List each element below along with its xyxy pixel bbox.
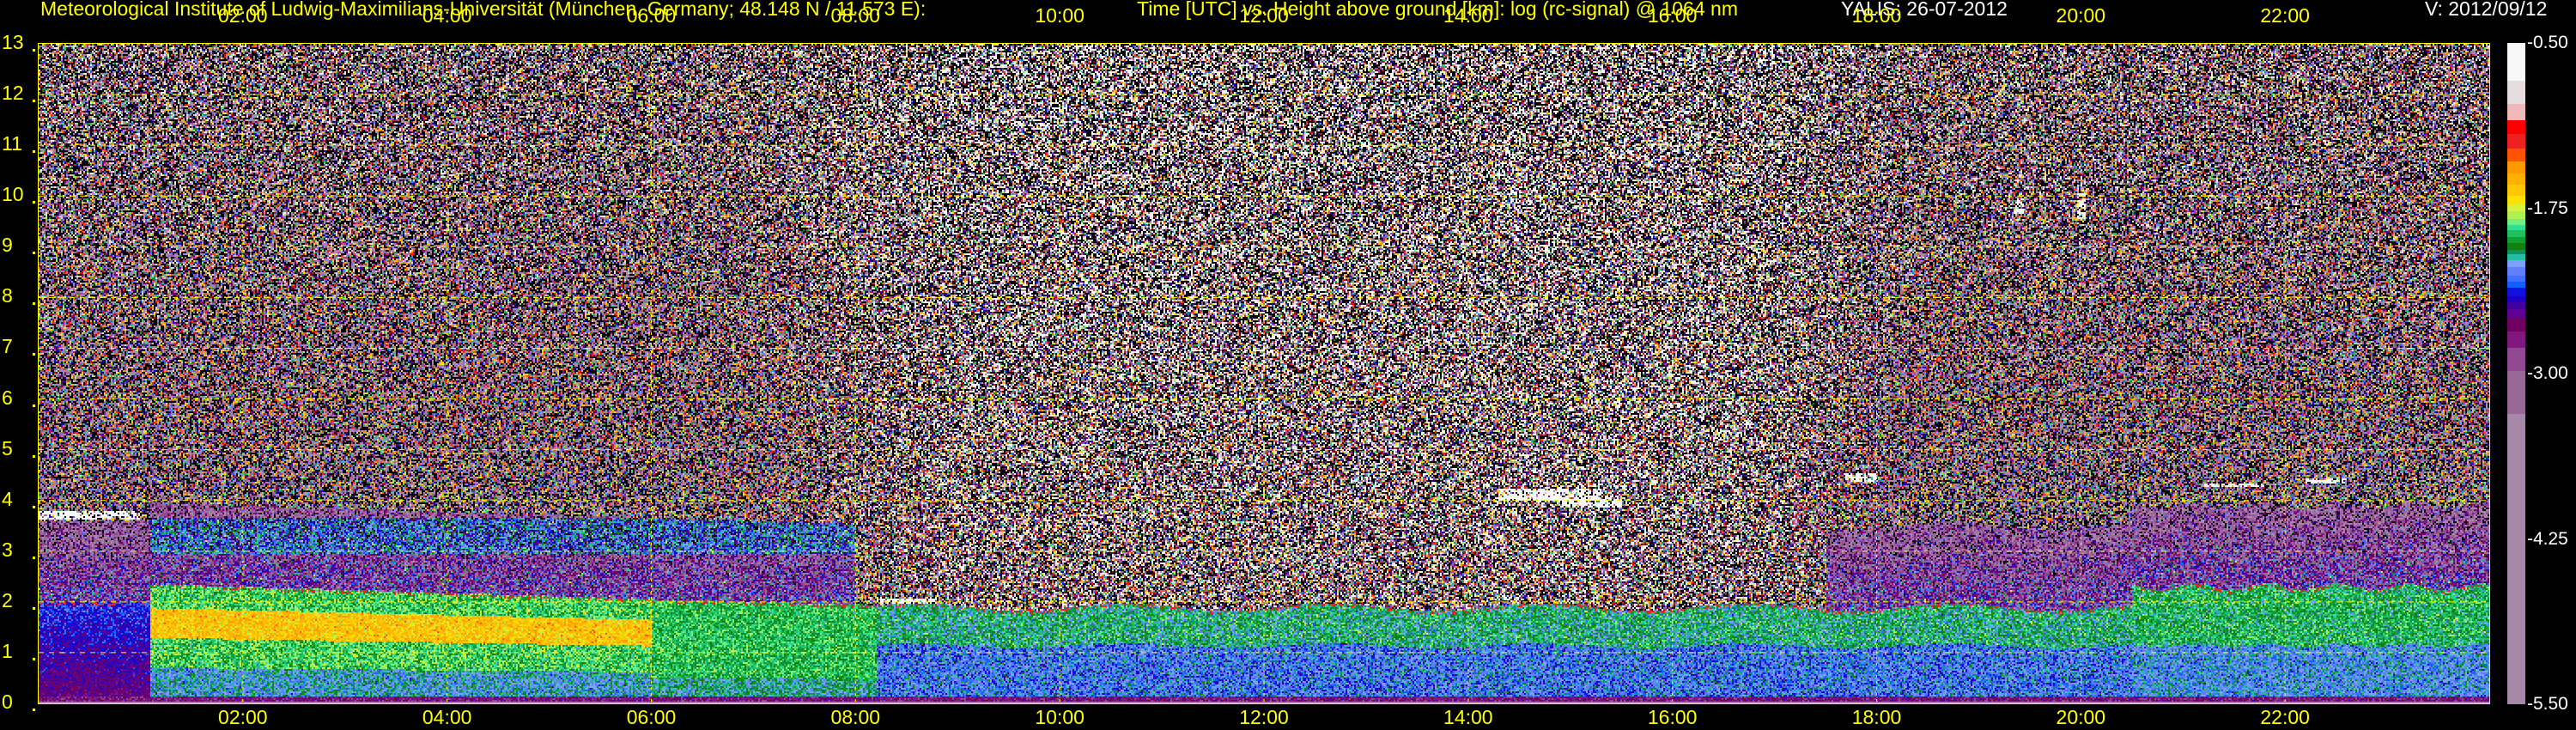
y-tick-mark: [33, 657, 35, 660]
colorbar-segment: [2507, 43, 2525, 82]
colorbar-segment: [2507, 103, 2525, 121]
y-tick-mark: [33, 606, 35, 610]
x-tick-label-bottom: 02:00: [218, 706, 268, 728]
x-tick-label-top: 20:00: [2056, 4, 2106, 27]
y-tick-label: 8: [2, 284, 13, 307]
y-tick-mark: [33, 556, 35, 559]
x-tick-label-top: 08:00: [830, 4, 881, 27]
colorbar-segment: [2507, 120, 2525, 135]
colorbar-tick-label: -5.50: [2527, 694, 2568, 714]
y-tick-mark: [33, 201, 35, 204]
y-tick-mark: [33, 404, 35, 407]
colorbar-segment: [2507, 309, 2525, 319]
y-tick-mark: [33, 49, 35, 52]
y-tick-label: 7: [2, 335, 13, 358]
x-tick-label-top: 18:00: [1851, 4, 1902, 27]
colorbar-segment: [2507, 413, 2525, 705]
colorbar-segment: [2507, 331, 2525, 349]
colorbar-segment: [2507, 133, 2525, 149]
x-tick-label-bottom: 06:00: [626, 706, 677, 728]
y-tick-label: 13: [2, 31, 24, 53]
colorbar-segment: [2507, 347, 2525, 372]
x-tick-label-bottom: 20:00: [2056, 706, 2106, 728]
x-tick-label-top: 16:00: [1647, 4, 1698, 27]
y-tick-label: 12: [2, 82, 24, 105]
colorbar-segment: [2507, 173, 2525, 186]
x-tick-label-top: 10:00: [1035, 4, 1084, 27]
x-tick-label-top: 06:00: [626, 4, 677, 27]
y-tick-label: 0: [2, 690, 13, 713]
x-tick-label-top: 02:00: [218, 4, 268, 27]
x-tick-label-bottom: 04:00: [422, 706, 472, 728]
colorbar-tick-label: -0.50: [2527, 33, 2568, 52]
y-tick-mark: [33, 709, 35, 711]
colorbar-segment: [2507, 371, 2525, 414]
y-tick-label: 3: [2, 538, 13, 561]
x-tick-label-bottom: 08:00: [830, 706, 881, 728]
colorbar-segment: [2507, 185, 2525, 197]
x-tick-label-top: 04:00: [422, 4, 472, 27]
y-tick-label: 1: [2, 639, 13, 662]
y-tick-label: 11: [2, 132, 22, 155]
colorbar-segment: [2507, 161, 2525, 174]
y-tick-label: 2: [2, 588, 13, 611]
y-tick-label: 9: [2, 234, 13, 257]
colorbar-segment: [2507, 267, 2525, 277]
x-tick-label-bottom: 16:00: [1647, 706, 1698, 728]
y-tick-label: 10: [2, 183, 24, 206]
x-tick-label-top: 22:00: [2260, 4, 2310, 27]
y-tick-mark: [33, 505, 35, 508]
y-tick-label: 4: [2, 487, 13, 510]
colorbar-tick-label: -3.00: [2527, 363, 2568, 383]
x-tick-label-bottom: 22:00: [2260, 706, 2310, 728]
institute-title: Meteorological Institute of Ludwig-Maxim…: [40, 0, 927, 20]
x-tick-label-top: 12:00: [1239, 4, 1289, 27]
x-tick-label-bottom: 12:00: [1239, 706, 1289, 728]
y-tick-mark: [33, 100, 35, 103]
x-tick-label-bottom: 14:00: [1443, 706, 1493, 728]
colorbar: [2507, 43, 2525, 705]
x-tick-label-top: 14:00: [1443, 4, 1493, 27]
colorbar-segment: [2507, 149, 2525, 162]
y-tick-mark: [33, 454, 35, 458]
x-tick-label-bottom: 18:00: [1851, 706, 1902, 728]
lidar-heatmap: [39, 44, 2489, 703]
colorbar-tick-label: -4.25: [2527, 528, 2568, 549]
y-tick-mark: [33, 353, 35, 356]
colorbar-segment: [2507, 318, 2525, 332]
colorbar-segment: [2507, 80, 2525, 105]
y-tick-mark: [33, 302, 35, 306]
colorbar-tick-label: -1.75: [2527, 198, 2568, 218]
version-label: V: 2012/09/12: [2425, 0, 2548, 20]
y-tick-mark: [33, 252, 35, 255]
x-tick-label-bottom: 10:00: [1035, 706, 1084, 728]
grid-lines: [39, 44, 2489, 703]
y-tick-label: 6: [2, 386, 13, 409]
y-tick-label: 5: [2, 436, 13, 459]
y-tick-mark: [33, 150, 35, 154]
